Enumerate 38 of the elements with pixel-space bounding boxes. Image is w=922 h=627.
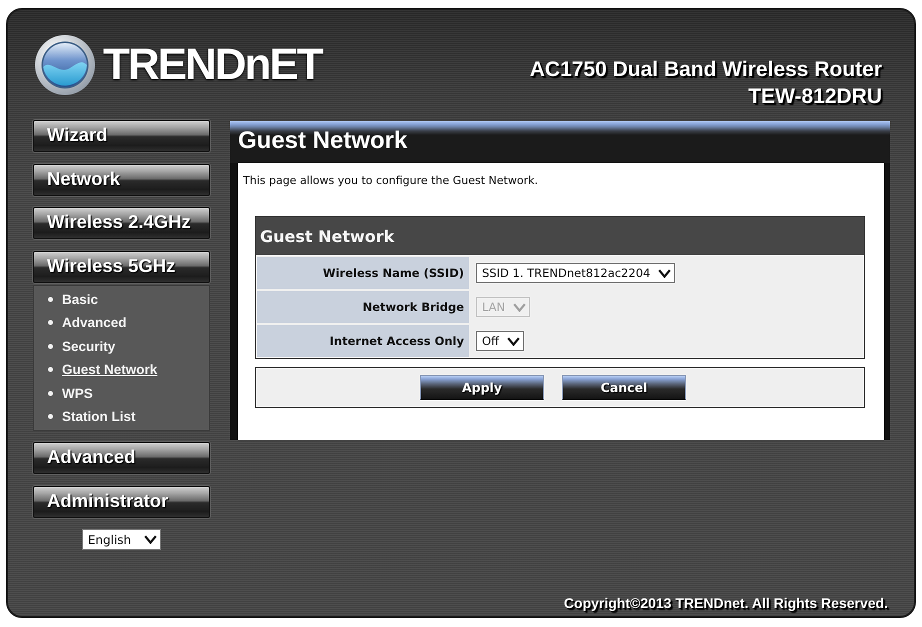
submenu-link[interactable]: Guest Network — [62, 362, 158, 378]
logo-icon — [35, 35, 95, 95]
logo-text: TRENDnET — [103, 40, 322, 90]
bullet-icon — [48, 320, 53, 326]
copyright-text: Copyright©2013 TRENDnet. All Rights Reserved. — [564, 595, 888, 611]
cancel-button[interactable]: Cancel — [562, 375, 686, 400]
submenu-link[interactable]: WPS — [62, 386, 93, 401]
apply-button[interactable]: Apply — [420, 375, 544, 400]
caret-icon — [506, 336, 520, 346]
caret-icon — [658, 268, 672, 278]
model-name: TEW-812DRU — [748, 84, 882, 110]
dropdown[interactable]: Off — [476, 331, 524, 351]
menu-button[interactable]: Wireless 2.4GHz — [33, 207, 210, 239]
bullet-icon — [48, 344, 53, 349]
bullet-icon — [48, 390, 53, 396]
field-label: Internet Access Only — [257, 325, 469, 357]
section-title: Guest Network — [260, 226, 394, 246]
field-label: Network Bridge — [257, 291, 469, 323]
caret-icon — [513, 302, 526, 312]
field-label: Wireless Name (SSID) — [257, 257, 469, 289]
bullet-icon — [48, 367, 53, 372]
product-name: AC1750 Dual Band Wireless Router — [530, 57, 882, 83]
menu-button[interactable]: Wireless 5GHz — [33, 250, 210, 282]
menu-button[interactable]: Advanced — [33, 442, 210, 474]
page-title: Guest Network — [238, 127, 408, 154]
page-description: This page allows you to configure the Guest Network. — [243, 173, 539, 188]
bullet-icon — [48, 296, 53, 302]
bullet-icon — [48, 414, 53, 420]
menu-button[interactable]: Wizard — [33, 120, 210, 152]
submenu-link[interactable]: Station List — [62, 409, 136, 424]
submenu-link[interactable]: Security — [62, 338, 116, 354]
submenu-link[interactable]: Advanced — [62, 315, 127, 330]
submenu-link[interactable]: Basic — [62, 292, 98, 307]
caret-icon — [144, 535, 158, 544]
menu-button[interactable]: Administrator — [33, 486, 210, 518]
menu-button[interactable]: Network — [33, 164, 210, 196]
dropdown[interactable]: SSID 1. TRENDnet812ac2204 — [476, 263, 676, 283]
language-dropdown[interactable]: English — [82, 529, 162, 550]
